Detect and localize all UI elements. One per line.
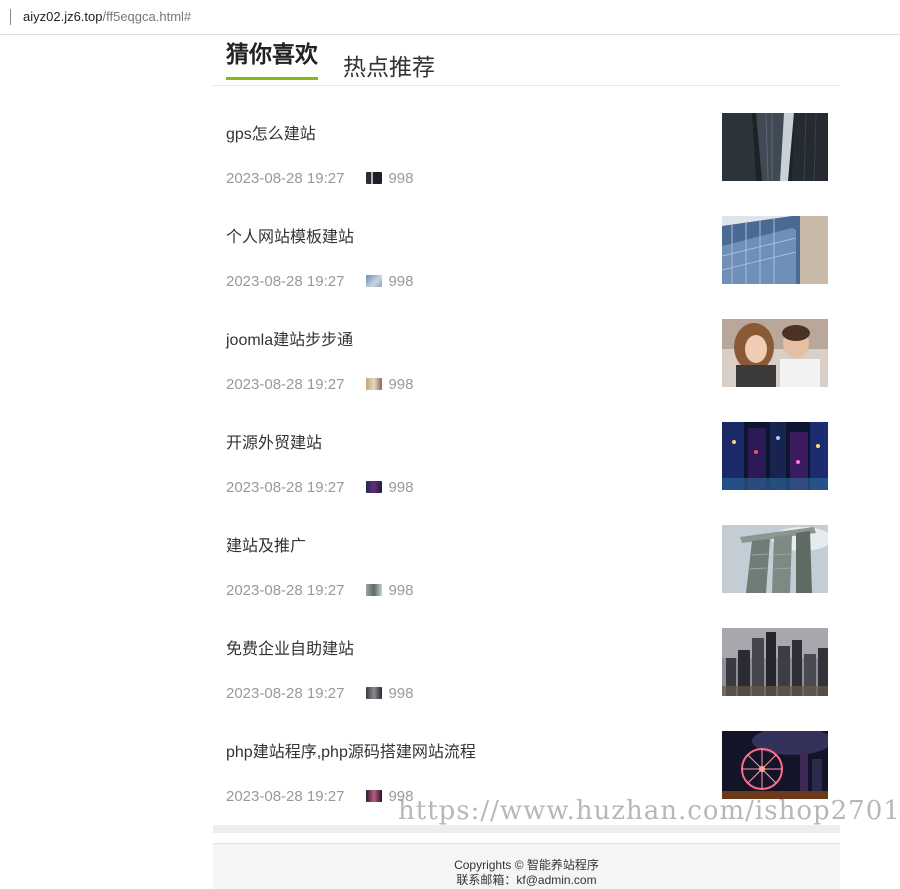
list-item[interactable]: 建站及推广 2023-08-28 19:27 998 bbox=[213, 510, 840, 613]
article-meta: 2023-08-28 19:27 998 bbox=[226, 479, 413, 496]
browser-address-bar[interactable]: aiyz02.jz6.top/ff5eqgca.html# bbox=[0, 0, 900, 35]
couple-photo-thumbnail[interactable] bbox=[722, 319, 828, 387]
article-list: gps怎么建站 2023-08-28 19:27 998 个人网站模板建站 202… bbox=[213, 98, 840, 819]
city-towers-thumbnail[interactable] bbox=[722, 113, 828, 181]
list-item[interactable]: gps怎么建站 2023-08-28 19:27 998 bbox=[213, 98, 840, 201]
url-text[interactable]: aiyz02.jz6.top/ff5eqgca.html# bbox=[23, 9, 191, 24]
article-time: 2023-08-28 19:27 bbox=[226, 376, 345, 393]
main-content: 猜你喜欢 热点推荐 gps怎么建站 2023-08-28 19:27 998 个… bbox=[213, 35, 840, 889]
article-time: 2023-08-28 19:27 bbox=[226, 582, 345, 599]
article-meta: 2023-08-28 19:27 998 bbox=[226, 170, 413, 187]
skyline-dusk-thumbnail[interactable] bbox=[722, 628, 828, 696]
site-footer: Copyrights © 智能养站程序 联系邮箱：kf@admin.com bbox=[213, 843, 840, 889]
glass-building-thumbnail[interactable] bbox=[722, 216, 828, 284]
tab-bar: 猜你喜欢 热点推荐 bbox=[213, 35, 840, 86]
article-title[interactable]: 免费企业自助建站 bbox=[226, 635, 354, 659]
article-meta: 2023-08-28 19:27 998 bbox=[226, 685, 413, 702]
article-views: 998 bbox=[388, 685, 414, 702]
city-night-thumbnail[interactable] bbox=[722, 422, 828, 490]
article-time: 2023-08-28 19:27 bbox=[226, 788, 345, 805]
article-views: 998 bbox=[388, 273, 414, 290]
article-time: 2023-08-28 19:27 bbox=[226, 479, 345, 496]
article-views: 998 bbox=[388, 582, 414, 599]
footer-divider bbox=[213, 825, 840, 833]
tab-hot-recommend[interactable]: 热点推荐 bbox=[343, 48, 435, 82]
list-item[interactable]: 个人网站模板建站 2023-08-28 19:27 998 bbox=[213, 201, 840, 304]
url-path: /ff5eqgca.html# bbox=[102, 9, 192, 24]
mini-thumb-icon bbox=[366, 584, 383, 596]
article-views: 998 bbox=[388, 170, 414, 187]
mini-thumb-icon bbox=[366, 790, 383, 802]
ferris-wheel-thumbnail[interactable] bbox=[722, 731, 828, 799]
article-title[interactable]: 建站及推广 bbox=[226, 532, 306, 556]
url-host: aiyz02.jz6.top bbox=[23, 9, 103, 24]
list-item[interactable]: joomla建站步步通 2023-08-28 19:27 998 bbox=[213, 304, 840, 407]
article-time: 2023-08-28 19:27 bbox=[226, 685, 345, 702]
mini-thumb-icon bbox=[366, 275, 383, 287]
article-meta: 2023-08-28 19:27 998 bbox=[226, 582, 413, 599]
list-item[interactable]: 开源外贸建站 2023-08-28 19:27 998 bbox=[213, 407, 840, 510]
footer-contact: 联系邮箱：kf@admin.com bbox=[456, 873, 597, 887]
article-title[interactable]: php建站程序,php源码搭建网站流程 bbox=[226, 738, 476, 762]
article-time: 2023-08-28 19:27 bbox=[226, 273, 345, 290]
mini-thumb-icon bbox=[366, 687, 383, 699]
mini-thumb-icon bbox=[366, 378, 383, 390]
text-caret bbox=[10, 9, 11, 25]
article-meta: 2023-08-28 19:27 998 bbox=[226, 788, 413, 805]
mini-thumb-icon bbox=[366, 172, 383, 184]
article-views: 998 bbox=[388, 376, 414, 393]
article-time: 2023-08-28 19:27 bbox=[226, 170, 345, 187]
article-meta: 2023-08-28 19:27 998 bbox=[226, 273, 413, 290]
mini-thumb-icon bbox=[366, 481, 383, 493]
article-title[interactable]: 个人网站模板建站 bbox=[226, 223, 354, 247]
article-title[interactable]: 开源外贸建站 bbox=[226, 429, 322, 453]
list-item[interactable]: 免费企业自助建站 2023-08-28 19:27 998 bbox=[213, 613, 840, 716]
article-views: 998 bbox=[388, 479, 414, 496]
article-title[interactable]: joomla建站步步通 bbox=[226, 326, 353, 350]
watermark-text: https://www.huzhan.com/ishop27010 bbox=[398, 796, 900, 826]
marina-bay-thumbnail[interactable] bbox=[722, 525, 828, 593]
article-title[interactable]: gps怎么建站 bbox=[226, 120, 316, 144]
tab-guess-you-like[interactable]: 猜你喜欢 bbox=[226, 35, 318, 80]
article-meta: 2023-08-28 19:27 998 bbox=[226, 376, 413, 393]
